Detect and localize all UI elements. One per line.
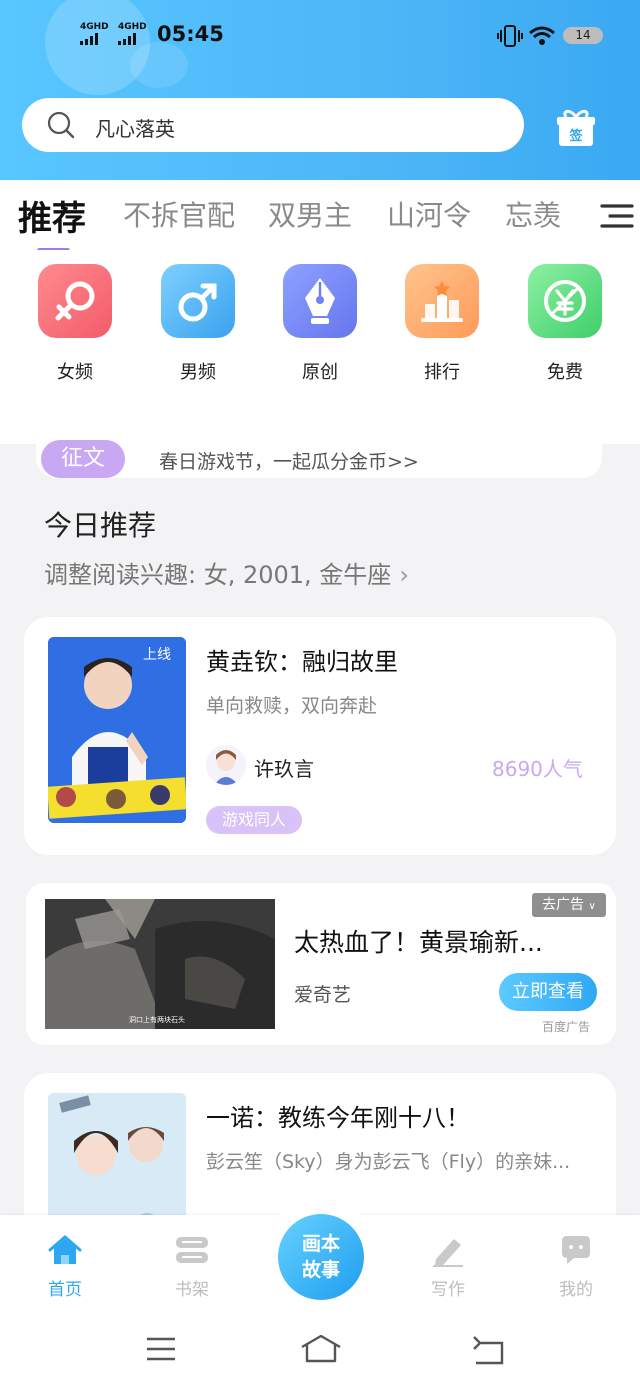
search-input[interactable]: 凡心落英 <box>95 113 175 142</box>
category-female[interactable]: 女频 <box>35 264 115 384</box>
back-icon[interactable] <box>470 1335 506 1365</box>
book-card[interactable]: 上线 黄垚钦：融归故里 单向救赎，双向奔赴 许玖言 8690人气 游戏同人 <box>24 617 616 855</box>
nav-home[interactable]: 首页 <box>35 1233 95 1300</box>
tab-double-male[interactable]: 双男主 <box>268 194 352 234</box>
avatar[interactable] <box>206 745 246 785</box>
clock: 05:45 <box>157 22 224 46</box>
category-male[interactable]: 男频 <box>158 264 238 384</box>
genre-tag[interactable]: 游戏同人 <box>206 806 303 834</box>
picture-story-button[interactable]: 画本 故事 <box>278 1214 364 1300</box>
search-bar[interactable]: 凡心落英 <box>22 98 524 152</box>
chevron-down-icon: ∨ <box>588 901 596 912</box>
pen-nib-icon <box>283 264 357 338</box>
nav-write[interactable]: 写作 <box>418 1233 478 1300</box>
signal-indicator: 4GHD <box>80 22 109 45</box>
female-icon <box>38 264 112 338</box>
ranking-icon <box>405 264 479 338</box>
ad-source: 爱奇艺 <box>294 984 352 1006</box>
tab-official-ship[interactable]: 不拆官配 <box>123 194 235 234</box>
male-icon <box>161 264 235 338</box>
system-nav-bar <box>0 1313 640 1387</box>
contest-banner[interactable]: 征文 春日游戏节，一起瓜分金币>> <box>36 440 602 478</box>
book-title[interactable]: 一诺：教练今年刚十八！ <box>206 1098 470 1133</box>
reading-preference-link[interactable]: 调整阅读兴趣: 女, 2001, 金牛座 › <box>44 555 409 590</box>
bookshelf-icon <box>176 1237 208 1263</box>
book-cover[interactable]: 上线 <box>48 637 186 823</box>
book-title[interactable]: 黄垚钦：融归故里 <box>206 642 398 677</box>
section-title: 今日推荐 <box>44 509 157 542</box>
contest-banner-text[interactable]: 春日游戏节，一起瓜分金币>> <box>159 447 419 474</box>
remove-ad-button[interactable]: 去广告 ∨ <box>532 893 606 917</box>
ad-title[interactable]: 太热血了！黄景瑜新... <box>294 923 543 959</box>
nav-profile[interactable]: 我的 <box>546 1233 606 1300</box>
search-icon <box>47 111 75 139</box>
category-tabs: 推荐 不拆官配 双男主 山河令 忘羡 <box>0 180 640 250</box>
battery-indicator: 14 <box>563 27 603 44</box>
signal-indicator: 4GHD <box>118 22 147 45</box>
book-subtitle: 单向救赎，双向奔赴 <box>206 695 378 717</box>
contest-badge: 征文 <box>41 440 125 478</box>
profile-chat-icon <box>562 1236 590 1264</box>
home-icon <box>48 1235 82 1264</box>
category-ranking[interactable]: 排行 <box>402 264 482 384</box>
popularity-count: 8690人气 <box>492 757 583 781</box>
header: 4GHD 4GHD 05:45 14 凡心落英 签 <box>0 0 640 180</box>
category-free[interactable]: 免费 <box>525 264 605 384</box>
menu-icon[interactable] <box>145 1335 177 1363</box>
tab-shanheling[interactable]: 山河令 <box>387 194 471 234</box>
category-original[interactable]: 原创 <box>280 264 360 384</box>
tab-recommend[interactable]: 推荐 <box>18 191 86 240</box>
home-icon[interactable] <box>299 1333 343 1365</box>
checkin-gift-button[interactable]: 签 <box>556 108 596 148</box>
tab-wangxian[interactable]: 忘羡 <box>505 194 561 234</box>
view-now-button[interactable]: 立即查看 <box>499 973 597 1011</box>
free-yen-icon <box>528 264 602 338</box>
gift-label: 签 <box>569 129 583 144</box>
author-name[interactable]: 许玖言 <box>254 753 314 782</box>
chevron-right-icon: › <box>399 561 409 589</box>
status-bar: 4GHD 4GHD 05:45 14 <box>0 0 640 70</box>
svg-text:上线: 上线 <box>143 647 171 663</box>
ad-label: 百度广告 <box>542 1020 591 1034</box>
vibrate-icon <box>497 25 523 47</box>
wifi-icon <box>529 26 555 45</box>
pencil-icon <box>433 1239 463 1267</box>
tab-menu-icon[interactable] <box>598 202 634 230</box>
nav-bookshelf[interactable]: 书架 <box>162 1233 222 1300</box>
ad-card[interactable]: 洞口上有两块石头 去广告 ∨ 太热血了！黄景瑜新... 爱奇艺 立即查看 百度广… <box>26 883 616 1045</box>
book-subtitle: 彭云笙（Sky）身为彭云飞（Fly）的亲妹... <box>206 1151 571 1173</box>
ad-image[interactable]: 洞口上有两块石头 <box>45 899 275 1029</box>
ad-image-caption: 洞口上有两块石头 <box>129 1015 185 1024</box>
category-grid: 女频 男频 原创 排行 免费 <box>0 250 640 444</box>
